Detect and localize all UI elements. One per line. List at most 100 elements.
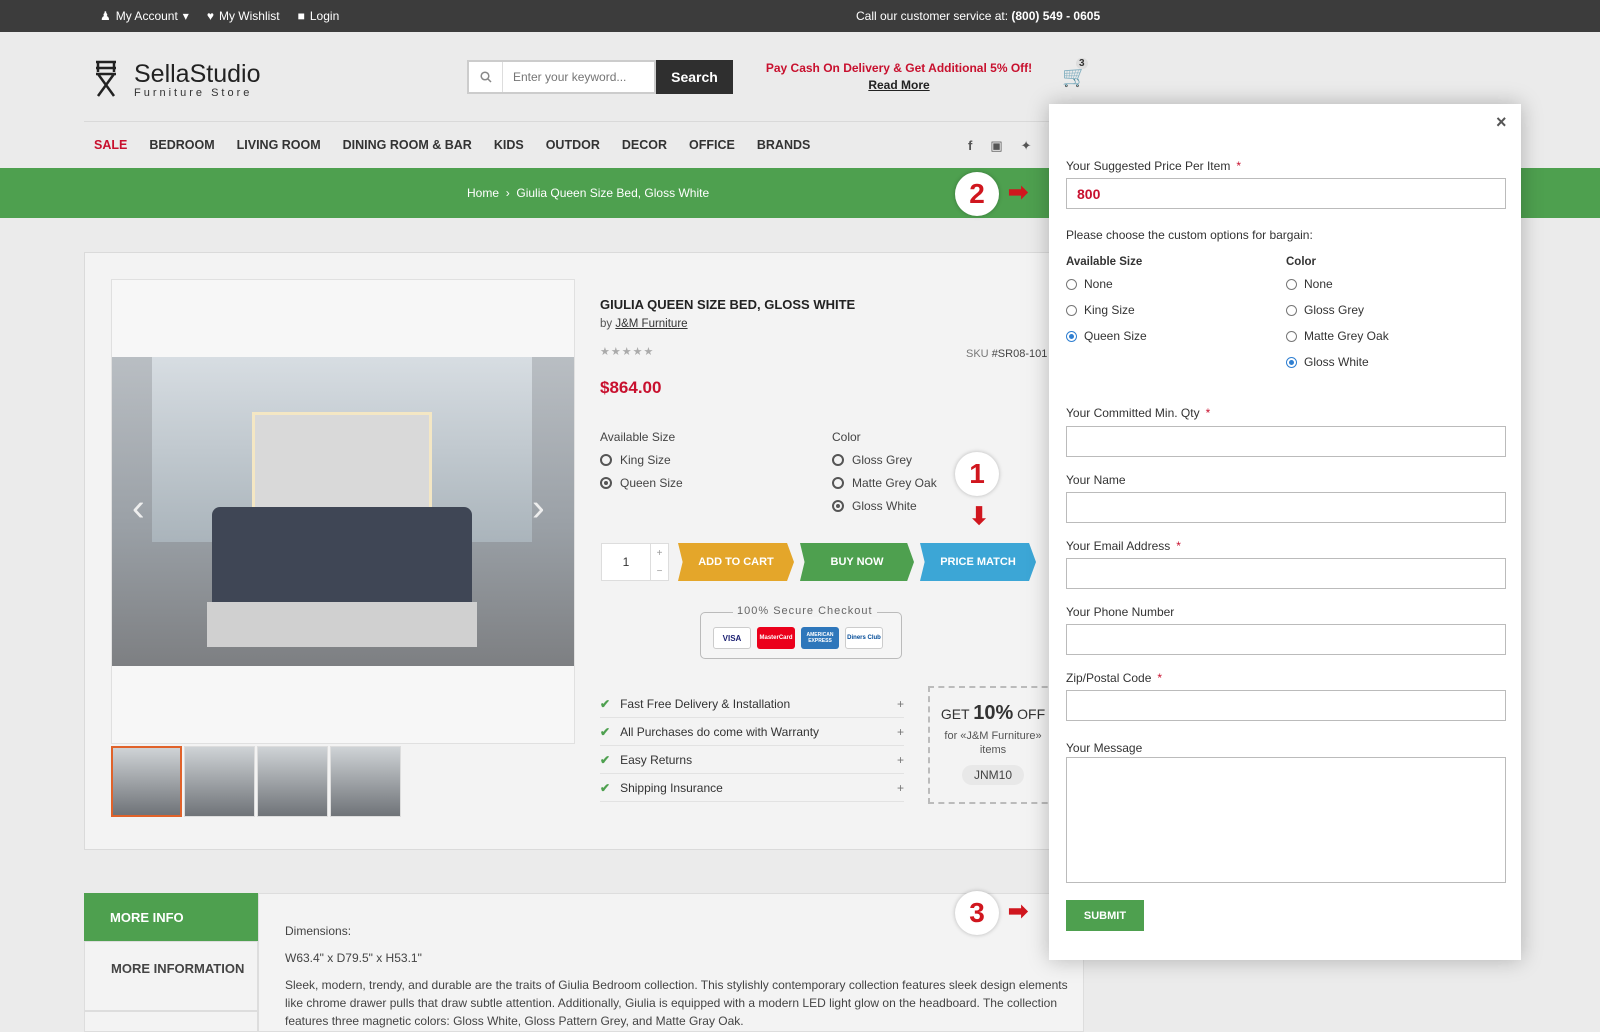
store-logo[interactable]: SellaStudio Furniture Store (92, 60, 260, 100)
name-input[interactable] (1066, 492, 1506, 523)
instagram-icon[interactable]: ▣ (990, 138, 1002, 154)
arrow-down-icon: ⬇ (969, 503, 990, 530)
product-brand: by J&M Furniture (600, 318, 688, 330)
nav-outdor[interactable]: OUTDOR (546, 138, 600, 152)
size-option-queen[interactable]: Queen Size (600, 476, 683, 490)
nav-sale[interactable]: SALE (94, 138, 127, 152)
coupon-description: for «J&M Furniture» items (944, 730, 1042, 756)
modal-color-none[interactable]: None (1286, 277, 1389, 291)
increment-icon[interactable]: + (651, 544, 668, 562)
suggested-price-input[interactable]: 800 (1066, 178, 1506, 209)
email-input[interactable] (1066, 558, 1506, 589)
twitter-icon[interactable]: ✦ (1021, 138, 1032, 154)
quantity-value[interactable]: 1 (602, 544, 650, 580)
nav-decor[interactable]: DECOR (622, 138, 667, 152)
modal-size-options: Available Size None King Size Queen Size (1066, 256, 1147, 343)
amex-icon: AMERICAN EXPRESS (801, 627, 839, 649)
color-option-matte-grey-oak[interactable]: Matte Grey Oak (832, 476, 937, 490)
custom-options-text: Please choose the custom options for bar… (1066, 228, 1313, 242)
prev-image-icon[interactable]: ‹ (132, 487, 145, 530)
min-qty-input[interactable] (1066, 426, 1506, 457)
coupon-code[interactable]: JNM10 (961, 765, 1024, 785)
rating-stars[interactable]: ★★★★★ (600, 345, 654, 358)
nav-living-room[interactable]: LIVING ROOM (237, 138, 321, 152)
facebook-icon[interactable]: f (968, 138, 972, 154)
thumbnail[interactable] (111, 746, 182, 817)
tab-reviews[interactable] (84, 1011, 258, 1032)
user-icon: ♟ (100, 9, 111, 23)
modal-size-none[interactable]: None (1066, 277, 1147, 291)
plus-icon: + (896, 780, 904, 795)
price-match-button[interactable]: PRICE MATCH (920, 543, 1036, 581)
secure-checkout-title: 100% Secure Checkout (733, 605, 877, 617)
color-option-gloss-grey[interactable]: Gloss Grey (832, 453, 937, 467)
decrement-icon[interactable]: − (651, 562, 668, 580)
feature-item[interactable]: ✔ All Purchases do come with Warranty + (600, 718, 904, 746)
mastercard-icon: MasterCard (757, 627, 795, 649)
cart-button[interactable]: 🛒 3 (1062, 58, 1088, 89)
check-icon: ✔ (600, 724, 611, 739)
feature-item[interactable]: ✔ Fast Free Delivery & Installation + (600, 690, 904, 718)
message-label: Your Message (1066, 741, 1143, 755)
cart-icon: 🛒 (1062, 66, 1087, 88)
email-label: Your Email Address * (1066, 539, 1181, 553)
visa-icon: VISA (713, 627, 751, 649)
product-sku: SKU #SR08-101 (966, 348, 1048, 360)
color-option-gloss-white[interactable]: Gloss White (832, 499, 937, 513)
nav-kids[interactable]: KIDS (494, 138, 524, 152)
nav-bedroom[interactable]: BEDROOM (149, 138, 214, 152)
modal-size-heading: Available Size (1066, 256, 1143, 268)
my-wishlist-link[interactable]: ♥ My Wishlist (207, 9, 280, 23)
store-tagline: Furniture Store (134, 86, 253, 99)
thumbnail[interactable] (184, 746, 255, 817)
close-icon[interactable]: × (1496, 112, 1507, 133)
annotation-2: 2 (955, 172, 999, 216)
social-links: f ▣ ✦ (968, 138, 1032, 154)
store-name: SellaStudio (134, 59, 261, 88)
search-icon (469, 62, 503, 92)
search-input[interactable] (503, 70, 643, 84)
color-label: Color (832, 430, 861, 444)
brand-link[interactable]: J&M Furniture (615, 318, 687, 330)
modal-size-queen[interactable]: Queen Size (1066, 329, 1147, 343)
nav-brands[interactable]: BRANDS (757, 138, 810, 152)
size-options: Available Size King Size Queen Size (600, 430, 683, 490)
breadcrumb-home[interactable]: Home (467, 186, 499, 200)
modal-size-king[interactable]: King Size (1066, 303, 1147, 317)
search-bar: Search (467, 60, 733, 94)
check-icon: ✔ (600, 696, 611, 711)
modal-color-gloss-grey[interactable]: Gloss Grey (1286, 303, 1389, 317)
read-more-link[interactable]: Read More (763, 78, 1035, 92)
quantity-stepper[interactable]: 1 + − (601, 543, 669, 581)
product-photo[interactable]: ‹ › (112, 357, 574, 666)
modal-color-matte-grey-oak[interactable]: Matte Grey Oak (1286, 329, 1389, 343)
tab-more-info[interactable]: MORE INFO (84, 893, 258, 941)
nav-office[interactable]: OFFICE (689, 138, 735, 152)
feature-item[interactable]: ✔ Shipping Insurance + (600, 774, 904, 802)
modal-color-gloss-white[interactable]: Gloss White (1286, 355, 1389, 369)
thumbnail[interactable] (330, 746, 401, 817)
promo-banner: Pay Cash On Delivery & Get Additional 5%… (763, 61, 1035, 92)
message-textarea[interactable] (1066, 757, 1506, 883)
size-option-king[interactable]: King Size (600, 453, 683, 467)
my-account-link[interactable]: ♟ My Account ▾ (100, 9, 189, 23)
tab-more-information[interactable]: MORE INFORMATION (84, 941, 258, 1011)
login-link[interactable]: ■ Login (298, 9, 340, 23)
customer-service-text: Call our customer service at: (800) 549 … (856, 9, 1101, 23)
submit-button[interactable]: SUBMIT (1066, 900, 1144, 931)
next-image-icon[interactable]: › (532, 487, 545, 530)
nav-dining-room-bar[interactable]: DINING ROOM & BAR (343, 138, 472, 152)
phone-input[interactable] (1066, 624, 1506, 655)
feature-item[interactable]: ✔ Easy Returns + (600, 746, 904, 774)
add-to-cart-button[interactable]: ADD TO CART (678, 543, 794, 581)
search-button[interactable]: Search (656, 60, 733, 94)
thumbnail[interactable] (257, 746, 328, 817)
product-title: GIULIA QUEEN SIZE BED, GLOSS WHITE (600, 297, 856, 312)
heart-icon: ♥ (206, 9, 214, 23)
annotation-3: 3 (955, 891, 999, 935)
plus-icon: + (896, 752, 904, 767)
zip-input[interactable] (1066, 690, 1506, 721)
dimensions-value: W63.4" x D79.5" x H53.1" (285, 951, 422, 965)
buy-now-button[interactable]: BUY NOW (800, 543, 914, 581)
arrow-right-icon: ➡ (1008, 179, 1029, 206)
